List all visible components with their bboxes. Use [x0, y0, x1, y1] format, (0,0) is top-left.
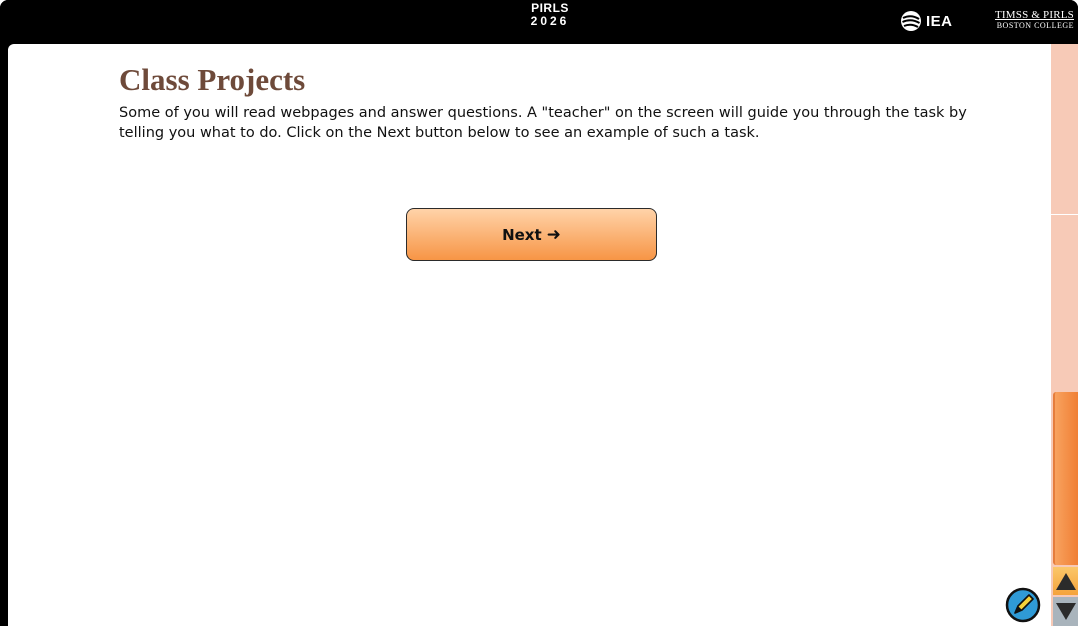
iea-label: IEA: [926, 12, 953, 30]
scrollbar-divider: [1051, 214, 1078, 215]
next-button[interactable]: Next ➜: [406, 208, 657, 261]
brand-year: 2026: [530, 14, 570, 28]
arrow-down-icon: [1055, 603, 1076, 620]
partner-name: TIMSS & PIRLS: [994, 9, 1074, 21]
timss-pirls-logo: TIMSS & PIRLS BOSTON COLLEGE: [974, 9, 1074, 31]
header-bar: PIRLS 2026 IEA TIMSS & PIRLS BOSTON COLL…: [0, 0, 1078, 44]
pencil-tool-icon[interactable]: [1005, 587, 1041, 623]
next-button-label: Next: [502, 225, 542, 244]
arrow-up-icon: [1055, 572, 1076, 590]
page-title: Class Projects: [119, 62, 306, 97]
scroll-up-button[interactable]: [1053, 567, 1078, 595]
arrow-right-icon: ➜: [546, 224, 561, 245]
intro-text: Some of you will read webpages and answe…: [119, 105, 967, 141]
app-frame: PIRLS 2026 IEA TIMSS & PIRLS BOSTON COLL…: [0, 0, 1078, 626]
scroll-down-button[interactable]: [1053, 597, 1078, 626]
main-content: Class Projects Some of you will read web…: [8, 44, 1051, 626]
partner-institution: BOSTON COLLEGE: [996, 21, 1074, 30]
pirls-brand: PIRLS 2026: [500, 2, 600, 28]
iea-globe-icon: [901, 11, 921, 31]
scrollbar-thumb[interactable]: [1053, 392, 1078, 565]
iea-logo: IEA: [900, 8, 953, 34]
